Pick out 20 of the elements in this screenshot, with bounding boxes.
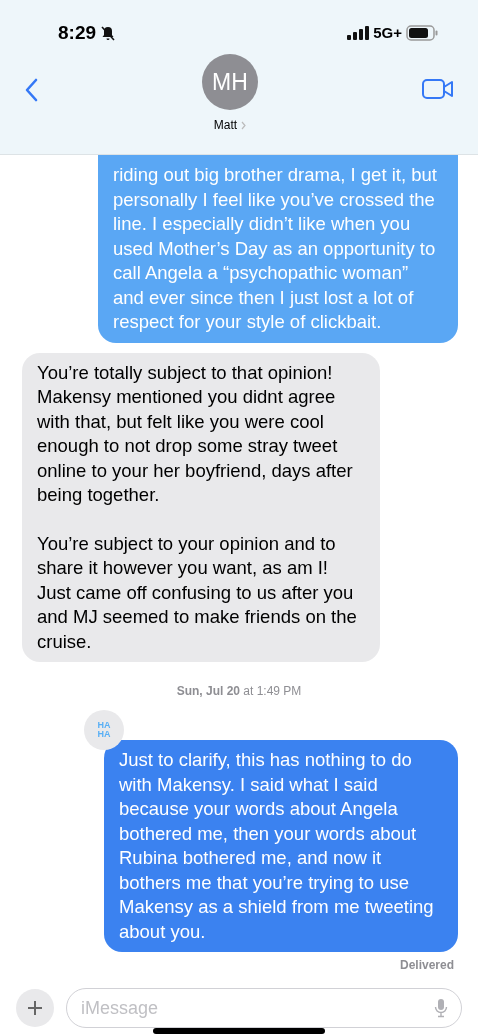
- signal-icon: [347, 26, 370, 40]
- message-text: Just to clarify, this has nothing to do with Makensy. I said what I said because your words about Angela bothered me, then your words about Rubina bothered me, and now it bothers me that you’re trying to use Makensy as a shield from me tweeting about you.: [119, 748, 435, 944]
- muted-bell-icon: [100, 25, 117, 41]
- video-camera-icon: [422, 78, 454, 100]
- message-text: You’re totally subject to that opinion! Makensy mentioned you didnt agree with that, but felt like you were cool enough to not drop some stray tweet online to your her boyfriend, days after being together.: [37, 360, 354, 507]
- delivery-status: Delivered: [399, 957, 455, 974]
- battery-icon: [406, 25, 438, 41]
- network-label: 5G+: [373, 22, 402, 43]
- chevron-right-icon: [241, 120, 247, 130]
- message-input-field[interactable]: iMessage: [66, 988, 462, 1028]
- contact-name[interactable]: Matt: [213, 116, 247, 134]
- plus-icon: [27, 1000, 43, 1016]
- message-text: riding out big brother drama, I get it, but personally I feel like you’ve crossed the line. I especially didn’t like when you used Mother’s Day as an opportunity to call Angela a “psychopathic woman” and ever since then I just lost a lot of respect for your style of clickbait.: [113, 163, 438, 334]
- haha-reaction-icon: HA HA: [84, 710, 124, 750]
- chevron-left-icon: [24, 78, 38, 102]
- clock-time: 8:29: [58, 20, 97, 45]
- timestamp: Sun, Jul 20 at 1:49 PM: [176, 683, 302, 700]
- microphone-icon: [434, 998, 448, 1018]
- add-button[interactable]: [16, 989, 54, 1027]
- message-text: You’re subject to your opinion and to share it however you want, as am I! Just came off confusing to us after you and MJ seemed to make friends on the cruise.: [37, 531, 358, 654]
